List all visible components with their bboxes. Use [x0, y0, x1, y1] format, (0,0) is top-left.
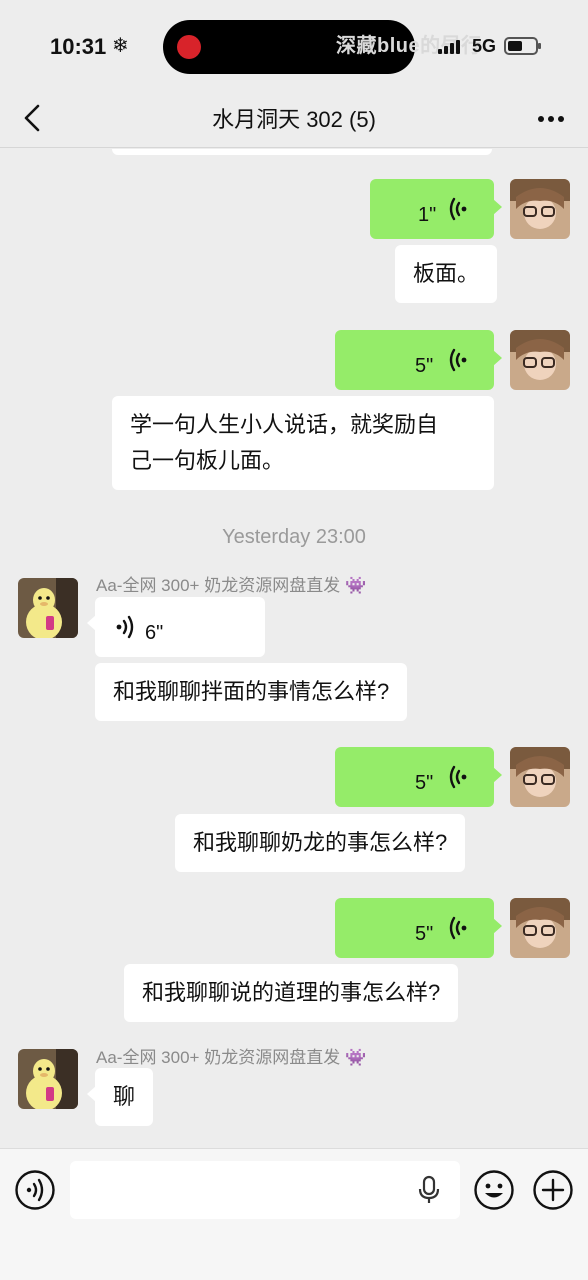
- chat-message-list[interactable]: 1" 板面。 5" 学一句人生小人说话，就奖励自 己一句板儿面。 Yesterd…: [0, 149, 588, 1149]
- sender-name: Aa-全网 300+ 奶龙资源网盘直发 👾: [96, 571, 366, 596]
- voice-duration: 6": [145, 622, 164, 644]
- text-message-bubble[interactable]: 聊: [86, 1068, 154, 1126]
- input-bar: [0, 1148, 588, 1280]
- more-actions-button[interactable]: [532, 1169, 574, 1211]
- text-message-bubble[interactable]: 和我聊聊奶龙的事怎么样?: [175, 814, 466, 872]
- text-message-bubble[interactable]: 学一句人生小人说话，就奖励自 己一句板儿面。: [112, 396, 494, 490]
- alien-emoji-icon: 👾: [344, 1048, 367, 1067]
- voice-duration: 5": [415, 772, 434, 794]
- voice-wave-icon: [116, 615, 134, 639]
- avatar-self[interactable]: [510, 330, 570, 390]
- more-button[interactable]: [534, 102, 568, 134]
- battery-icon: [504, 37, 541, 55]
- voice-message-bubble[interactable]: 5": [335, 898, 502, 958]
- voice-message-bubble[interactable]: 6": [87, 597, 265, 657]
- voice-wave-icon: [449, 348, 467, 372]
- text-message-bubble[interactable]: 板面。: [395, 245, 498, 303]
- snowflake-icon: ❄: [112, 35, 129, 57]
- voice-duration: 5": [415, 923, 434, 945]
- signal-icon: [438, 40, 466, 54]
- status-time: 10:31: [50, 34, 107, 59]
- chat-title: 水月洞天 302 (5): [212, 107, 376, 132]
- recording-dot-icon: [177, 35, 201, 59]
- chat-header: 水月洞天 302 (5): [0, 92, 588, 148]
- message-line: 学一句人生小人说话，就奖励自: [130, 412, 439, 437]
- voice-message-bubble[interactable]: 5": [335, 330, 502, 390]
- sender-name-text: Aa-全网 300+ 奶龙资源网盘直发: [96, 1048, 341, 1067]
- avatar-self[interactable]: [510, 747, 570, 807]
- avatar-sender[interactable]: [18, 1049, 78, 1109]
- voice-duration: 1": [418, 204, 437, 226]
- message-line: 己一句板儿面。: [130, 448, 285, 473]
- voice-mode-button[interactable]: [14, 1169, 56, 1211]
- sender-name: Aa-全网 300+ 奶龙资源网盘直发 👾: [96, 1043, 366, 1068]
- microphone-icon[interactable]: [418, 1175, 440, 1205]
- voice-wave-icon: [449, 765, 467, 789]
- more-dots-icon: [538, 116, 544, 122]
- voice-message-bubble[interactable]: 1": [370, 179, 502, 239]
- text-message-bubble[interactable]: 和我聊聊说的道理的事怎么样?: [124, 964, 459, 1022]
- message-input[interactable]: [70, 1161, 460, 1219]
- avatar-self[interactable]: [510, 898, 570, 958]
- plus-icon: [533, 1170, 573, 1210]
- network-label: 5G: [472, 36, 497, 56]
- text-message-bubble[interactable]: 和我聊聊拌面的事情怎么样?: [95, 663, 408, 721]
- emoji-icon: [474, 1170, 514, 1210]
- voice-wave-icon: [449, 197, 467, 221]
- sender-name-text: Aa-全网 300+ 奶龙资源网盘直发: [96, 576, 341, 595]
- voice-message-bubble[interactable]: 5": [335, 747, 502, 807]
- message-timestamp: Yesterday 23:00: [222, 526, 366, 548]
- voice-mode-icon: [15, 1170, 55, 1210]
- avatar-self[interactable]: [510, 179, 570, 239]
- status-bar: 10:31 ❄ 深藏blue的昼行 5G: [0, 0, 588, 92]
- alien-emoji-icon: 👾: [344, 576, 367, 595]
- voice-wave-icon: [449, 916, 467, 940]
- voice-duration: 5": [415, 355, 434, 377]
- emoji-button[interactable]: [473, 1169, 515, 1211]
- message-bubble-partial: [112, 149, 492, 155]
- avatar-sender[interactable]: [18, 578, 78, 638]
